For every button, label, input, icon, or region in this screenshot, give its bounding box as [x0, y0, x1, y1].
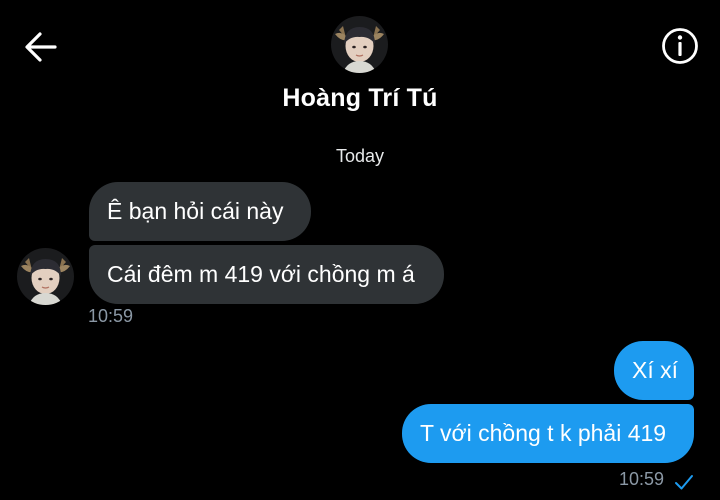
- incoming-message-bubble[interactable]: Ê bạn hỏi cái này: [89, 182, 311, 241]
- outgoing-message-bubble[interactable]: T với chồng t k phải 419: [402, 404, 694, 463]
- outgoing-message-bubble[interactable]: Xí xí: [614, 341, 694, 400]
- info-button[interactable]: [660, 26, 700, 66]
- message-timestamp: 10:59: [88, 306, 134, 326]
- incoming-message-bubble[interactable]: Cái đêm m 419 với chồng m á: [89, 245, 444, 304]
- message-timestamp: 10:59: [619, 469, 665, 489]
- check-icon: [675, 475, 693, 490]
- back-button[interactable]: [22, 27, 62, 67]
- avatar-image: [17, 248, 74, 305]
- contact-name[interactable]: Hoàng Trí Tú: [0, 84, 720, 113]
- contact-avatar[interactable]: [331, 16, 388, 73]
- day-separator: Today: [335, 146, 385, 166]
- sender-avatar[interactable]: [17, 248, 74, 305]
- avatar-image: [331, 16, 388, 73]
- arrow-left-icon: [25, 32, 57, 62]
- info-circle-icon: [662, 28, 698, 64]
